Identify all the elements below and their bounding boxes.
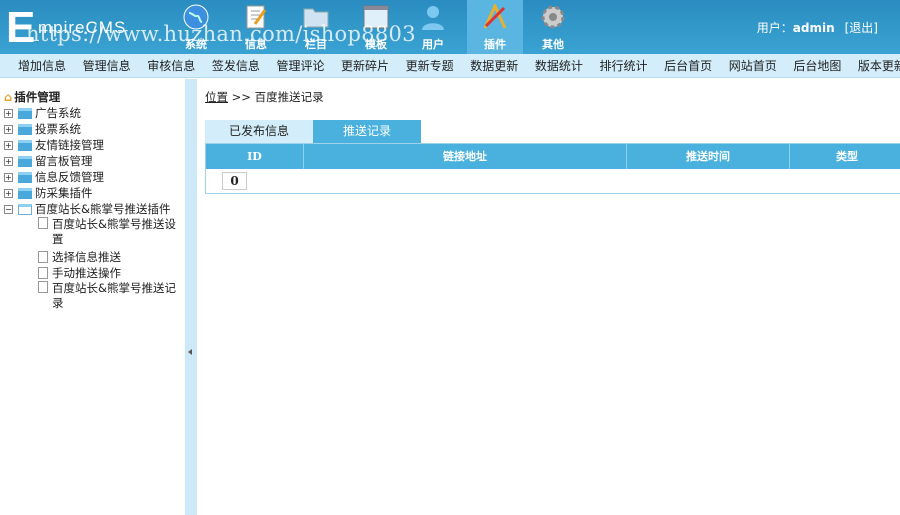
header: EmpireCMS 系统 信息 栏目 模板 用户 插件 其他 用户：admin[… <box>0 0 900 54</box>
tree-folder[interactable]: + 友情链接管理 <box>4 137 185 153</box>
folder-icon <box>18 155 32 167</box>
sidebar-tree: ⌂ 插件管理 + 广告系统 + 投票系统 + 友情链接管理 + 留言板管理 + 信息反馈管理… <box>0 79 185 515</box>
notepad-icon <box>246 5 267 29</box>
expand-icon[interactable]: + <box>4 188 13 198</box>
expand-icon[interactable]: + <box>4 124 13 134</box>
user-icon <box>422 6 444 30</box>
column-time: 推送时间 <box>626 143 790 169</box>
expand-icon[interactable]: + <box>4 156 13 166</box>
tree-folder[interactable]: + 广告系统 <box>4 105 185 121</box>
folder-icon <box>18 139 32 151</box>
document-icon <box>38 217 48 229</box>
menu-item[interactable]: 后台首页 <box>664 54 712 77</box>
tools-icon <box>483 4 507 29</box>
table-header: ID 链接地址 推送时间 类型 <box>205 143 900 169</box>
expand-icon[interactable]: + <box>4 172 13 182</box>
table-row: 0 <box>206 169 900 194</box>
nav-user[interactable]: 用户 <box>405 0 461 54</box>
document-icon <box>38 281 48 293</box>
username: admin <box>792 21 835 35</box>
records-table: ID 链接地址 推送时间 类型 0 <box>205 143 900 194</box>
logo: EmpireCMS <box>6 3 127 52</box>
folder-icon <box>18 187 32 199</box>
main-content: 位置 >> 百度推送记录 已发布信息 推送记录 ID 链接地址 推送时间 类型 … <box>197 79 900 515</box>
tree-folder[interactable]: + 信息反馈管理 <box>4 169 185 185</box>
sidebar-splitter[interactable] <box>185 79 197 515</box>
menu-item[interactable]: 数据更新 <box>470 54 518 77</box>
menu-item[interactable]: 版本更新 <box>858 54 900 77</box>
menu-item[interactable]: 增加信息 <box>18 54 66 77</box>
expand-icon[interactable]: + <box>4 108 13 118</box>
logout-link[interactable]: [退出] <box>845 21 878 35</box>
tree-item[interactable]: 百度站长&熊掌号推送记录 <box>4 281 185 313</box>
tree-item[interactable]: 选择信息推送 <box>4 249 185 265</box>
menu-item[interactable]: 审核信息 <box>147 54 195 77</box>
breadcrumb-link[interactable]: 位置 <box>205 90 228 104</box>
menu-item[interactable]: 网站首页 <box>729 54 777 77</box>
gear-icon <box>541 5 565 29</box>
menu-item[interactable]: 管理评论 <box>276 54 324 77</box>
document-icon <box>38 267 48 279</box>
menu-item[interactable]: 数据统计 <box>535 54 583 77</box>
tree-folder[interactable]: + 投票系统 <box>4 121 185 137</box>
folder-icon <box>303 8 329 28</box>
expand-icon[interactable]: + <box>4 140 13 150</box>
breadcrumb: 位置 >> 百度推送记录 <box>205 90 324 104</box>
collapse-arrow-icon[interactable] <box>188 349 192 355</box>
tabs: 已发布信息 推送记录 <box>205 120 421 143</box>
tree-root: ⌂ 插件管理 <box>4 90 61 104</box>
nav-template[interactable]: 模板 <box>348 0 404 54</box>
menu-bar: 增加信息 管理信息 审核信息 签发信息 管理评论 更新碎片 更新专题 数据更新 数据统计 排行统计… <box>0 54 900 78</box>
menu-item[interactable]: 更新碎片 <box>341 54 389 77</box>
document-icon <box>38 251 48 263</box>
tree-folder-open[interactable]: − 百度站长&熊掌号推送插件 <box>4 201 185 217</box>
nav-plugin[interactable]: 插件 <box>467 0 523 54</box>
nav-column[interactable]: 栏目 <box>288 0 344 54</box>
globe-icon <box>183 4 209 30</box>
collapse-icon[interactable]: − <box>4 204 13 214</box>
folder-icon <box>18 107 32 119</box>
menu-item[interactable]: 管理信息 <box>83 54 131 77</box>
window-icon <box>363 5 389 29</box>
nav-other[interactable]: 其他 <box>525 0 581 54</box>
column-url: 链接地址 <box>303 143 627 169</box>
menu-item[interactable]: 更新专题 <box>406 54 454 77</box>
open-folder-icon <box>18 203 32 215</box>
folder-icon <box>18 171 32 183</box>
tab-push-records[interactable]: 推送记录 <box>313 120 421 143</box>
column-id: ID <box>205 143 304 169</box>
menu-item[interactable]: 签发信息 <box>212 54 260 77</box>
column-type: 类型 <box>789 143 900 169</box>
id-cell: 0 <box>222 171 247 190</box>
tab-published[interactable]: 已发布信息 <box>205 120 313 143</box>
home-icon: ⌂ <box>4 90 13 104</box>
tree-folder[interactable]: + 留言板管理 <box>4 153 185 169</box>
menu-item[interactable]: 后台地图 <box>793 54 841 77</box>
tree-item[interactable]: 百度站长&熊掌号推送设置 <box>4 217 185 249</box>
user-info: 用户：admin [退出] <box>756 21 878 35</box>
menu-item[interactable]: 排行统计 <box>599 54 647 77</box>
nav-info[interactable]: 信息 <box>228 0 284 54</box>
tree-item[interactable]: 手动推送操作 <box>4 265 185 281</box>
folder-icon <box>18 123 32 135</box>
nav-system[interactable]: 系统 <box>168 0 224 54</box>
tree-folder[interactable]: + 防采集插件 <box>4 185 185 201</box>
